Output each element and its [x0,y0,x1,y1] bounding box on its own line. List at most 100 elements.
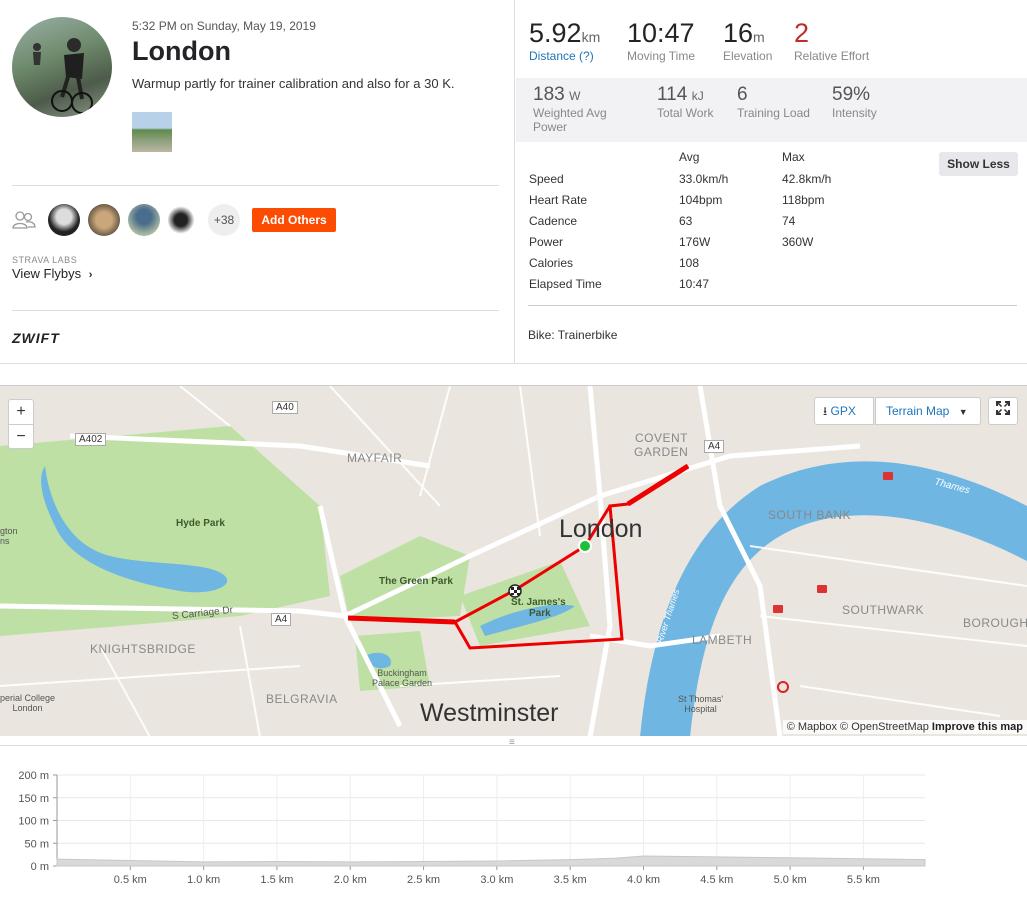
y-tick-label: 100 m [18,816,49,828]
place-label: LAMBETH [692,633,753,647]
activity-summary: 5:32 PM on Sunday, May 19, 2019 London W… [0,0,515,363]
group-icon [12,211,36,229]
route-map[interactable]: A40 A402 A4 A4 MAYFAIR COVENT GARDEN Hyd… [0,385,1027,736]
bike-label: Bike: Trainerbike [528,328,618,342]
improve-map-link[interactable]: Improve this map [932,721,1023,733]
y-tick-label: 200 m [18,770,49,782]
athlete-avatar-4[interactable] [168,204,200,236]
row-label: Calories [529,256,574,270]
gpx-export-button[interactable]: ⭳ GPX [814,397,874,425]
athlete-avatar-1[interactable] [48,204,80,236]
view-flybys-link[interactable]: View Flybys › [12,266,92,281]
place-label: BOROUGH [963,616,1027,630]
place-label: perial College London [0,693,55,713]
athlete-avatar-2[interactable] [88,204,120,236]
x-tick-label: 5.0 km [774,874,807,886]
map-type-label: Terrain Map [886,404,950,418]
row-max: 74 [782,214,796,228]
place-label-line: St Thomas' [678,694,724,704]
add-others-button[interactable]: Add Others [252,208,336,232]
x-tick-label: 4.0 km [627,874,660,886]
weighted-power-label-2: Power [533,120,568,134]
zoom-out-button[interactable]: − [9,424,33,448]
view-flybys-label: View Flybys [12,266,82,281]
elevation-unit: m [753,29,765,45]
moving-time-value: 10:47 [627,18,695,48]
row-max: 118bpm [782,193,825,207]
relative-effort-label: Relative Effort [794,49,870,63]
x-tick-label: 3.0 km [480,874,513,886]
athlete-avatar[interactable] [12,17,112,117]
road-label-a40: A40 [272,401,298,414]
row-avg: 10:47 [679,277,710,291]
activity-date: 5:32 PM on Sunday, May 19, 2019 [132,19,316,33]
avg-header: Avg [679,150,700,164]
row-avg: 108 [679,256,700,270]
weighted-power-value: 183 [533,84,565,105]
row-avg: 63 [679,214,693,228]
activity-title: London [132,36,231,66]
elevation-area [56,855,926,867]
total-work-value: 114 [657,84,688,105]
elevation-chart: 200 m 150 m 100 m 50 m 0 m 0.5 km 1.0 km 1.5 km… [0,745,1027,902]
place-label: gton ns [0,526,18,546]
map-canvas[interactable] [0,386,1027,736]
moving-time-label: Moving Time [627,49,696,63]
intensity-value: 59% [832,84,871,105]
place-label-line: perial College [0,693,56,703]
caret-down-icon: ▼ [958,407,968,417]
max-header: Max [782,150,805,164]
x-tick-label: 4.5 km [700,874,733,886]
more-athletes-count[interactable]: +38 [208,204,240,236]
stat-training-load: 6 Training Load [737,84,810,120]
photo-thumbnail[interactable] [132,112,172,152]
fullscreen-icon [996,401,1010,415]
zoom-in-button[interactable]: + [9,400,33,424]
row-avg: 33.0km/h [679,172,729,186]
secondary-stats: 183 W Weighted Avg Power 114 kJ Total Wo… [516,78,1027,142]
place-label: Hyde Park [176,518,225,529]
stat-intensity: 59% Intensity [832,84,877,120]
place-label: SOUTHWARK [842,603,925,617]
x-tick-label: 3.5 km [554,874,587,886]
show-less-button[interactable]: Show Less [939,152,1018,176]
stat-relative-effort[interactable]: 2 Relative Effort [794,18,869,63]
elevation-value: 16 [723,18,754,48]
place-label-line: Hospital [684,704,717,714]
map-attribution: © Mapbox © OpenStreetMap Improve this ma… [782,720,1027,734]
training-load-label: Training Load [737,106,810,120]
distance-value: 5.92 [529,18,582,48]
row-label: Elapsed Time [529,277,602,291]
stat-elevation: 16m Elevation [723,18,772,63]
place-label: St. James's [511,597,566,608]
elevation-chart-svg: 200 m 150 m 100 m 50 m 0 m 0.5 km 1.0 km 1.5 km… [18,770,926,886]
x-tick-label: 1.0 km [187,874,220,886]
place-label-line: gton [0,526,18,536]
attribution-text[interactable]: © Mapbox © OpenStreetMap [787,721,929,733]
x-tick-label: 2.0 km [334,874,367,886]
divider [12,310,499,311]
row-label: Speed [529,172,564,186]
y-tick-label: 150 m [18,793,49,805]
row-label: Heart Rate [529,193,588,207]
weighted-power-unit: W [569,89,581,103]
road-label-a4: A4 [704,440,725,453]
distance-label-link[interactable]: Distance (?) [529,49,600,63]
strava-labs-label: STRAVA LABS [12,255,78,265]
place-label: Buckingham Palace Garden [372,668,432,688]
total-work-unit: kJ [691,89,704,103]
stat-moving-time: 10:47 Moving Time [627,18,695,63]
road-label-a402: A402 [75,433,107,446]
place-label: MAYFAIR [347,451,403,465]
activity-stats: 5.92km Distance (?) 10:47 Moving Time 16… [516,0,1027,363]
zoom-control: + − [8,399,34,449]
fullscreen-button[interactable] [988,397,1018,425]
cyclist-photo [33,38,93,114]
athlete-avatar-3[interactable] [128,204,160,236]
training-load-value: 6 [737,84,748,105]
relative-effort-value: 2 [794,18,810,48]
map-type-dropdown[interactable]: Terrain Map ▼ [875,397,981,425]
x-tick-label: 1.5 km [260,874,293,886]
stat-weighted-power: 183 W Weighted Avg Power [533,84,607,134]
place-label: KNIGHTSBRIDGE [90,642,196,656]
